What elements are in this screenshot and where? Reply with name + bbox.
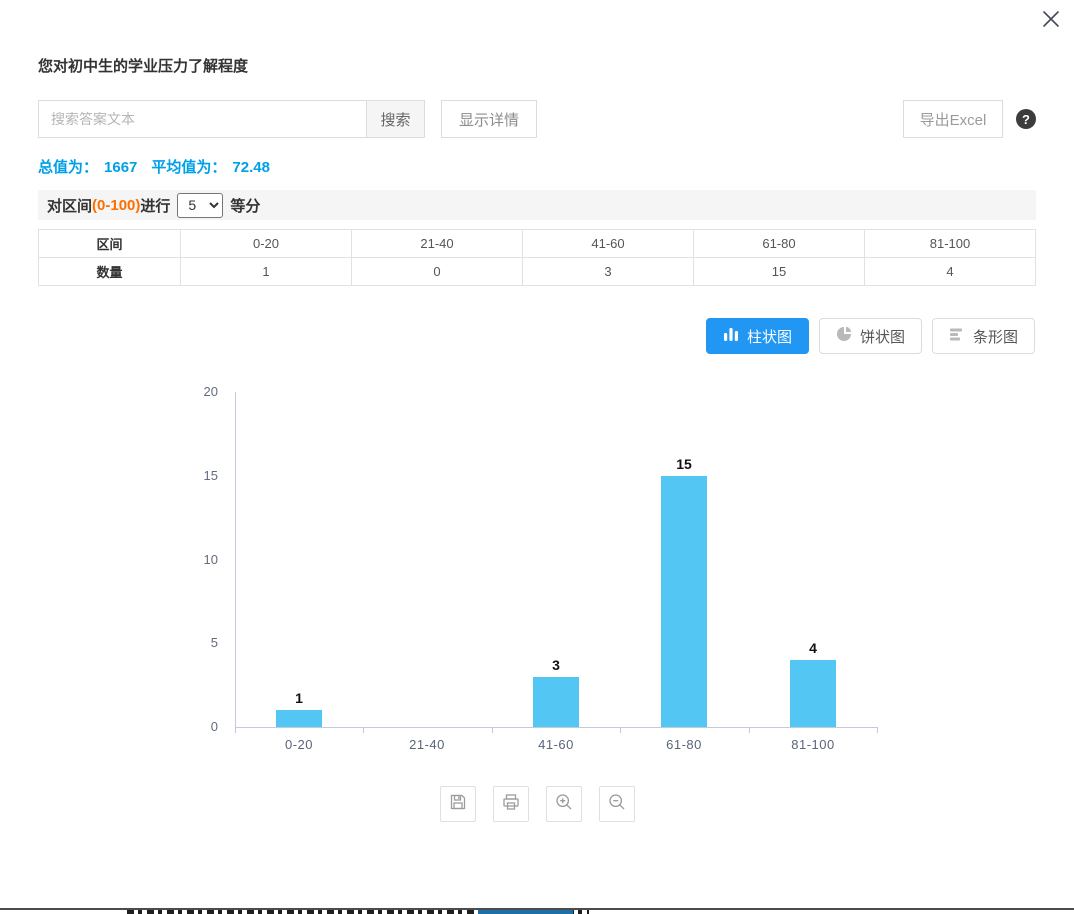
- interval-count-select[interactable]: 5: [177, 193, 223, 218]
- search-input[interactable]: [38, 100, 366, 138]
- table-cell: 3: [523, 258, 694, 286]
- row-header: 区间: [39, 230, 181, 258]
- search-row: 搜索 显示详情 导出Excel ?: [38, 100, 1036, 138]
- interval-settings-bar: 对区间(0-100)进行 5 等分: [38, 190, 1036, 220]
- bar-chart-icon: [723, 326, 739, 346]
- tab-label: 柱状图: [747, 326, 792, 347]
- distribution-table: 区间 0-20 21-40 41-60 61-80 81-100 数量 1 0 …: [38, 229, 1036, 286]
- zoom-in-icon: [554, 792, 574, 817]
- tab-horizontal-bar-chart[interactable]: 条形图: [932, 318, 1035, 354]
- x-axis-tick: [877, 727, 878, 733]
- help-icon[interactable]: ?: [1016, 109, 1036, 129]
- search-button[interactable]: 搜索: [366, 100, 425, 138]
- x-axis-category-label: 0-20: [235, 737, 363, 752]
- table-cell: 1: [181, 258, 352, 286]
- tab-label: 饼状图: [860, 326, 905, 347]
- y-axis-tick-label: 0: [158, 719, 218, 734]
- table-cell: 0-20: [181, 230, 352, 258]
- table-cell: 21-40: [352, 230, 523, 258]
- close-icon[interactable]: [1040, 8, 1062, 30]
- y-axis-tick-label: 20: [158, 384, 218, 399]
- save-icon: [448, 792, 468, 817]
- chart-type-tabs: 柱状图 饼状图 条形图: [706, 318, 1035, 354]
- x-axis-category-label: 81-100: [749, 737, 877, 752]
- table-cell: 4: [865, 258, 1036, 286]
- interval-suffix: 等分: [230, 195, 260, 216]
- total-label: 总值为：: [38, 159, 98, 176]
- average-label: 平均值为：: [151, 159, 226, 176]
- bar-value-label: 1: [269, 690, 329, 706]
- occluded-page-content: [0, 908, 1074, 914]
- bar-value-label: 15: [654, 456, 714, 472]
- row-header: 数量: [39, 258, 181, 286]
- tab-pie-chart[interactable]: 饼状图: [819, 318, 922, 354]
- bar-chart: 0 5 10 15 20 1 0-2021-40 3 41-60 15 61-80 4 81-100: [0, 380, 1074, 765]
- zoom-out-button[interactable]: [599, 786, 635, 822]
- table-cell: 81-100: [865, 230, 1036, 258]
- pie-chart-icon: [836, 326, 852, 346]
- zoom-out-icon: [607, 792, 627, 817]
- print-icon: [501, 792, 521, 817]
- table-row: 区间 0-20 21-40 41-60 61-80 81-100: [39, 230, 1036, 258]
- interval-prefix: 对区间: [47, 195, 92, 216]
- zoom-in-button[interactable]: [546, 786, 582, 822]
- chart-toolbox: [0, 786, 1074, 822]
- table-cell: 0: [352, 258, 523, 286]
- y-axis-tick-label: 15: [158, 468, 218, 483]
- y-axis-line: [235, 392, 236, 733]
- show-details-button[interactable]: 显示详情: [441, 100, 537, 138]
- table-cell: 41-60: [523, 230, 694, 258]
- stats-line: 总值为： 1667 平均值为： 72.48: [38, 156, 270, 177]
- bar: [790, 660, 836, 727]
- x-axis-category-label: 41-60: [492, 737, 620, 752]
- y-axis-tick-label: 5: [158, 635, 218, 650]
- table-cell: 15: [694, 258, 865, 286]
- occluded-page-link-sliver: [478, 910, 573, 914]
- horizontal-bar-chart-icon: [949, 326, 965, 346]
- bar: [533, 677, 579, 727]
- tab-label: 条形图: [973, 326, 1018, 347]
- interval-range: (0-100): [92, 197, 140, 214]
- bar: [661, 476, 707, 727]
- x-axis-tick: [235, 727, 236, 733]
- x-axis-tick: [492, 727, 493, 733]
- total-value: 1667: [104, 159, 137, 176]
- x-axis-category-label: 21-40: [363, 737, 491, 752]
- x-axis-line: [235, 727, 877, 728]
- bar-value-label: 3: [526, 657, 586, 673]
- x-axis-tick: [363, 727, 364, 733]
- interval-middle: 进行: [140, 195, 170, 216]
- bar: [276, 710, 322, 727]
- average-value: 72.48: [232, 159, 270, 176]
- save-image-button[interactable]: [440, 786, 476, 822]
- bar-value-label: 4: [783, 640, 843, 656]
- tab-bar-chart[interactable]: 柱状图: [706, 318, 809, 354]
- export-excel-button[interactable]: 导出Excel: [903, 100, 1003, 138]
- x-axis-tick: [749, 727, 750, 733]
- table-cell: 61-80: [694, 230, 865, 258]
- y-axis-tick-label: 10: [158, 552, 218, 567]
- table-row: 数量 1 0 3 15 4: [39, 258, 1036, 286]
- x-axis-category-label: 61-80: [620, 737, 748, 752]
- x-axis-tick: [620, 727, 621, 733]
- question-title: 您对初中生的学业压力了解程度: [38, 55, 248, 76]
- print-button[interactable]: [493, 786, 529, 822]
